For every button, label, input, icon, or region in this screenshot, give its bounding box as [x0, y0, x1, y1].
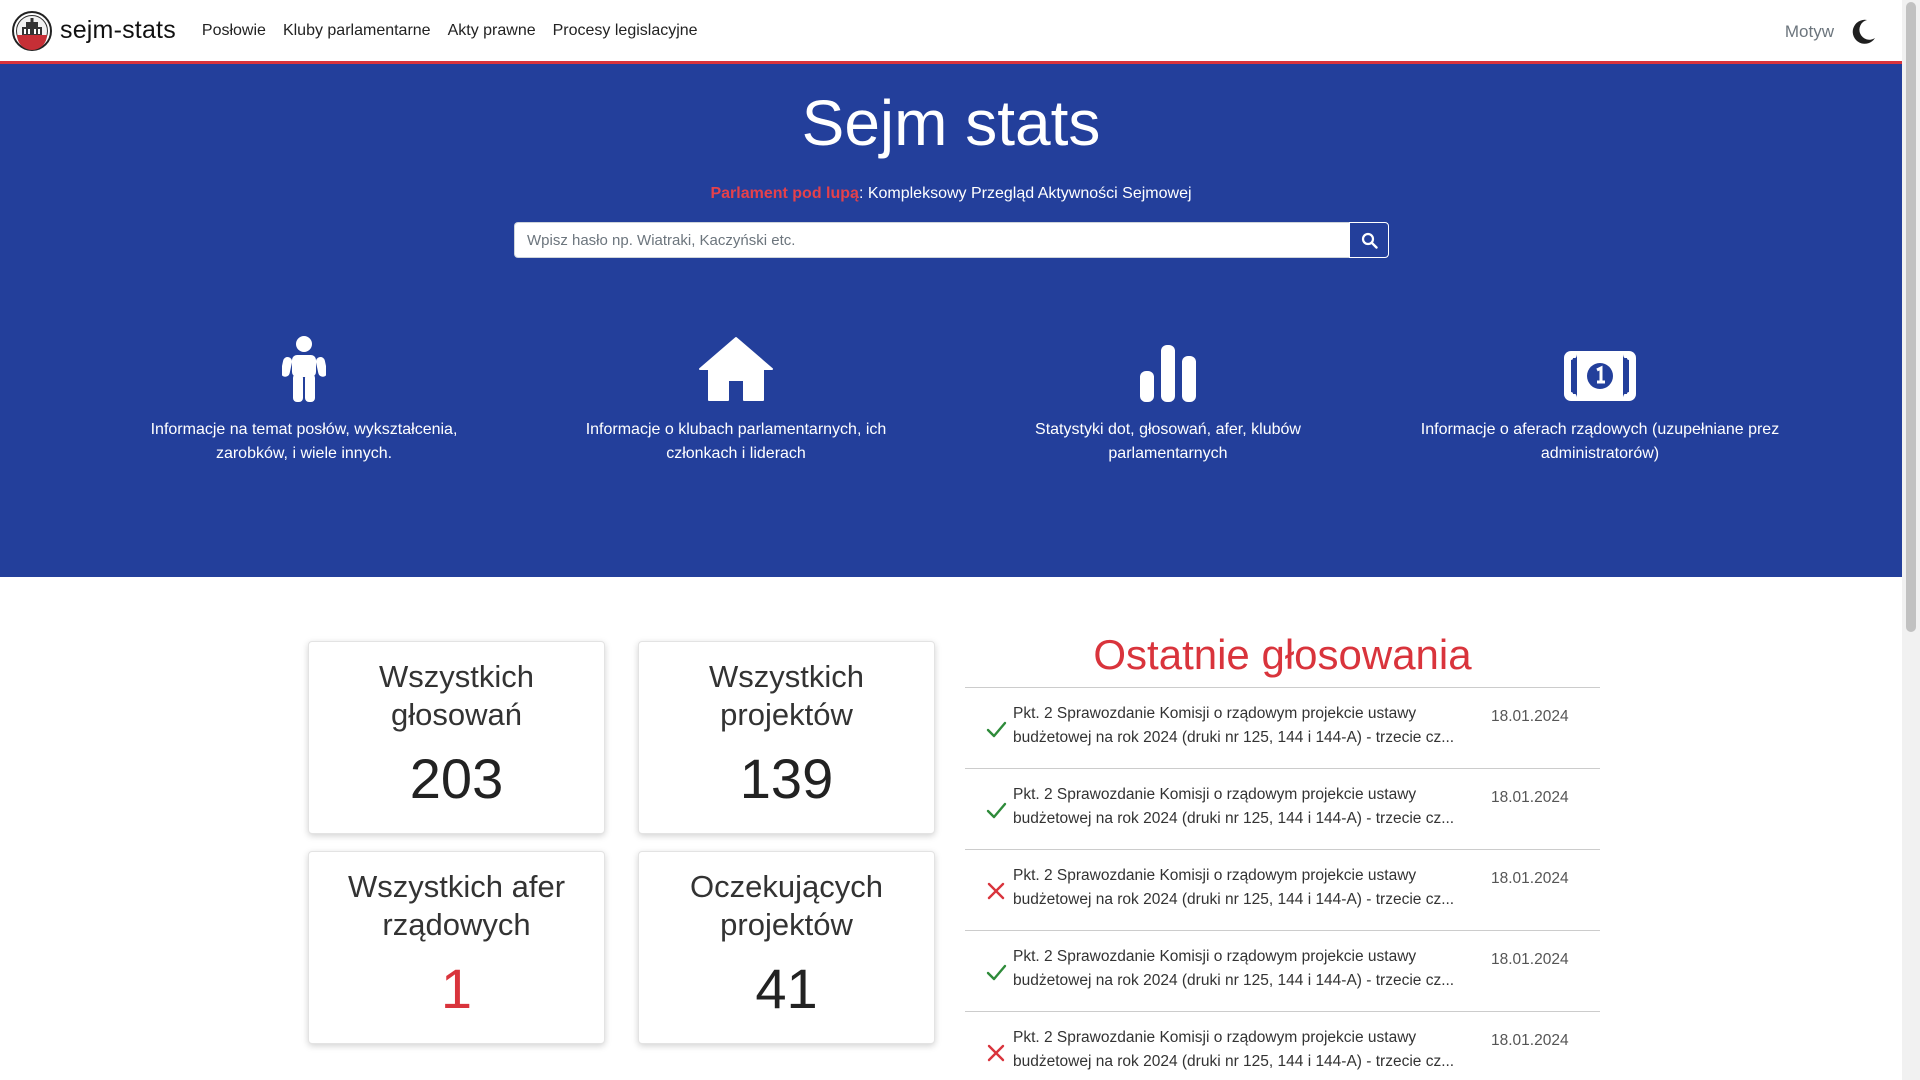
nav-links: Posłowie Kluby parlamentarne Akty prawne…	[202, 22, 715, 40]
vote-description: Pkt. 2 Sprawozdanie Komisji o rządowym p…	[1013, 786, 1455, 827]
cross-icon	[987, 1044, 1005, 1062]
recent-votes-title: Ostatnie głosowania	[965, 630, 1600, 688]
brand-link[interactable]: sejm-stats	[12, 10, 176, 51]
stat-card-glosowania[interactable]: Wszystkich głosowań 203	[308, 641, 605, 834]
recent-votes: Ostatnie głosowania Pkt. 2 Sprawozdanie …	[965, 630, 1600, 1080]
vote-description: Pkt. 2 Sprawozdanie Komisji o rządowym p…	[1013, 948, 1455, 989]
stat-label: Wszystkich głosowań	[379, 659, 534, 732]
sejm-logo-icon	[12, 10, 52, 51]
top-navbar: sejm-stats Posłowie Kluby parlamentarne …	[0, 0, 1902, 64]
scrollbar-thumb[interactable]	[1906, 2, 1916, 632]
stat-card-oczekujace[interactable]: Oczekujących projektów 41	[638, 851, 935, 1044]
vote-row[interactable]: Pkt. 2 Sprawozdanie Komisji o rządowym p…	[965, 688, 1600, 769]
stat-label: Oczekujących projektów	[690, 869, 883, 942]
money-bill-icon	[1564, 351, 1636, 401]
search-input[interactable]	[514, 222, 1349, 258]
nav-link-procesy[interactable]: Procesy legislacyjne	[553, 22, 698, 40]
hero-subtitle-rest: : Kompleksowy Przegląd Aktywności Sejmow…	[858, 185, 1192, 202]
stat-label: Wszystkich afer rządowych	[347, 869, 566, 942]
stat-value: 41	[755, 957, 818, 1020]
feature-kluby: Informacje o klubach parlamentarnych, ic…	[551, 324, 921, 466]
hero-subtitle: Parlament pod lupą: Kompleksowy Przegląd…	[0, 185, 1902, 203]
vote-date: 18.01.2024	[1491, 951, 1569, 968]
check-icon	[986, 964, 1007, 981]
brand-name: sejm-stats	[60, 16, 176, 44]
stat-value: 1	[440, 957, 473, 1020]
stat-card-afery[interactable]: Wszystkich afer rządowych 1	[308, 851, 605, 1044]
stat-value: 139	[739, 747, 834, 810]
nav-link-poslowie[interactable]: Posłowie	[202, 22, 266, 40]
vote-date: 18.01.2024	[1491, 708, 1569, 725]
feature-poslowie: Informacje na temat posłów, wykształceni…	[119, 324, 489, 466]
stat-label: Wszystkich projektów	[709, 659, 864, 732]
feature-text-statystyki: Statystyki dot, głosowań, afer, klubów p…	[1035, 421, 1301, 462]
feature-statystyki: Statystyki dot, głosowań, afer, klubów p…	[983, 324, 1353, 466]
search-icon	[1361, 232, 1378, 249]
vote-date: 18.01.2024	[1491, 870, 1569, 887]
vote-description: Pkt. 2 Sprawozdanie Komisji o rządowym p…	[1013, 867, 1455, 908]
feature-afery: Informacje o aferach rządowych (uzupełni…	[1415, 324, 1785, 466]
page-scrollbar[interactable]	[1902, 0, 1920, 1080]
nav-link-kluby[interactable]: Kluby parlamentarne	[283, 22, 431, 40]
vote-date: 18.01.2024	[1491, 1032, 1569, 1049]
vote-row[interactable]: Pkt. 2 Sprawozdanie Komisji o rządowym p…	[965, 931, 1600, 1012]
house-icon	[699, 337, 773, 401]
feature-text-kluby: Informacje o klubach parlamentarnych, ic…	[585, 421, 887, 462]
feature-text-poslowie: Informacje na temat posłów, wykształceni…	[150, 421, 458, 462]
vote-row[interactable]: Pkt. 2 Sprawozdanie Komisji o rządowym p…	[965, 1012, 1600, 1080]
vote-description: Pkt. 2 Sprawozdanie Komisji o rządowym p…	[1013, 705, 1455, 746]
hero-title: Sejm stats	[801, 87, 1101, 159]
person-icon	[282, 336, 326, 402]
vote-date: 18.01.2024	[1491, 789, 1569, 806]
vote-row[interactable]: Pkt. 2 Sprawozdanie Komisji o rządowym p…	[965, 850, 1600, 931]
search-button[interactable]	[1349, 222, 1389, 258]
check-icon	[986, 721, 1007, 738]
vote-list: Pkt. 2 Sprawozdanie Komisji o rządowym p…	[965, 688, 1600, 1080]
hero-section: Sejm stats Parlament pod lupą: Komplekso…	[0, 64, 1902, 577]
nav-link-akty[interactable]: Akty prawne	[448, 22, 536, 40]
check-icon	[986, 802, 1007, 819]
vote-row[interactable]: Pkt. 2 Sprawozdanie Komisji o rządowym p…	[965, 769, 1600, 850]
theme-switcher: Motyw	[1785, 0, 1878, 64]
hero-subtitle-highlight: Parlament pod lupą	[710, 185, 859, 202]
bar-chart-icon	[1140, 345, 1196, 402]
cross-icon	[987, 882, 1005, 900]
theme-label: Motyw	[1784, 22, 1834, 41]
search-bar	[514, 222, 1389, 258]
stat-card-projekty[interactable]: Wszystkich projektów 139	[638, 641, 935, 834]
moon-icon[interactable]	[1848, 17, 1878, 47]
feature-text-afery: Informacje o aferach rządowych (uzupełni…	[1420, 421, 1780, 462]
vote-description: Pkt. 2 Sprawozdanie Komisji o rządowym p…	[1013, 1029, 1455, 1070]
stat-value: 203	[409, 747, 504, 810]
